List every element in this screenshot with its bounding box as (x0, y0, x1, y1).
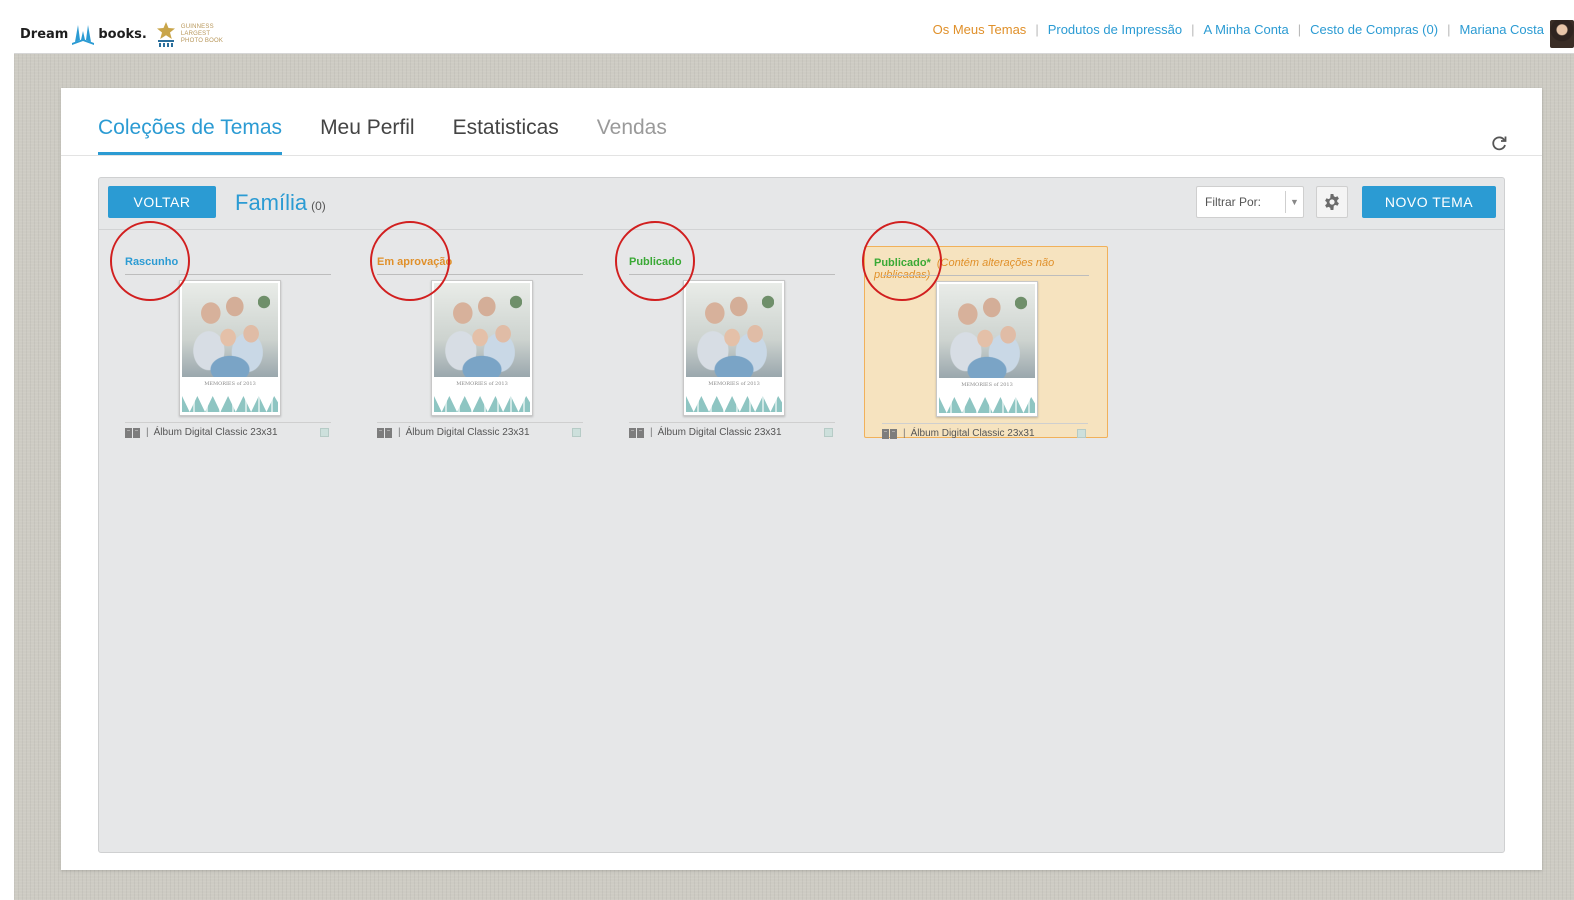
family-photo (182, 283, 278, 377)
book-icon (882, 428, 897, 439)
top-bar: Dream books. GUINNESS LARGEST PHOTO BOOK (14, 10, 1574, 54)
theme-card[interactable]: Em aprovação MEMORIES of 2013 | Álbum Di… (351, 246, 595, 438)
tab-my-profile[interactable]: Meu Perfil (320, 116, 415, 155)
theme-thumbnail[interactable]: MEMORIES of 2013 (683, 280, 785, 416)
theme-card[interactable]: Rascunho MEMORIES of 2013 | Álbum Digita… (99, 246, 343, 438)
card-footer: | Álbum Digital Classic 23x31 (377, 424, 583, 440)
logo-text-dream: Dream (20, 26, 69, 42)
collection-count: (0) (311, 199, 326, 213)
guinness-badge: GUINNESS LARGEST PHOTO BOOK (155, 21, 223, 47)
nav-separator: | (1035, 22, 1039, 37)
main-card: Coleções de Temas Meu Perfil Estatistica… (61, 88, 1542, 870)
plant-decoration (762, 293, 774, 311)
thumbnail-caption: MEMORIES of 2013 (708, 381, 760, 387)
nav-link-my-account[interactable]: A Minha Conta (1204, 22, 1289, 37)
select-checkbox[interactable] (572, 428, 581, 437)
card-divider (377, 274, 583, 275)
nav-link-print-products[interactable]: Produtos de Impressão (1048, 22, 1182, 37)
tab-sales: Vendas (596, 116, 667, 139)
card-divider (629, 422, 835, 423)
select-checkbox[interactable] (824, 428, 833, 437)
collection-title: Família (0) (235, 190, 326, 216)
product-name: Álbum Digital Classic 23x31 (910, 427, 1035, 439)
product-name: Álbum Digital Classic 23x31 (153, 426, 278, 438)
tab-bar: Coleções de Temas Meu Perfil Estatistica… (98, 116, 705, 155)
card-divider (125, 422, 331, 423)
nav-link-my-themes[interactable]: Os Meus Temas (933, 22, 1027, 37)
top-navigation: Os Meus Temas | Produtos de Impressão | … (933, 22, 1544, 37)
plant-decoration (1015, 294, 1027, 312)
family-photo (434, 283, 530, 377)
tab-theme-collections[interactable]: Coleções de Temas (98, 116, 283, 155)
back-button[interactable]: VOLTAR (108, 186, 216, 218)
hearts-decoration (686, 396, 782, 412)
product-name: Álbum Digital Classic 23x31 (405, 426, 530, 438)
family-photo (686, 283, 782, 377)
nav-separator: | (1297, 22, 1302, 37)
panel-header: VOLTAR Família (0) Filtrar Por: ▼ NOVO TE… (99, 178, 1504, 230)
logo-book-icon (72, 25, 95, 45)
hearts-decoration (434, 396, 530, 412)
status-text: Publicado* (874, 257, 931, 269)
status-label: Em aprovação (377, 256, 453, 268)
nav-separator: | (1447, 22, 1451, 37)
chevron-down-icon: ▼ (1285, 191, 1303, 213)
filter-label: Filtrar Por: (1205, 195, 1262, 209)
card-divider (377, 422, 583, 423)
plant-decoration (258, 293, 270, 311)
product-name: Álbum Digital Classic 23x31 (657, 426, 782, 438)
status-label: Rascunho (125, 256, 179, 268)
book-icon (629, 427, 644, 438)
guinness-line: GUINNESS (180, 23, 214, 30)
card-divider (882, 423, 1088, 424)
thumbnail-caption: MEMORIES of 2013 (456, 381, 508, 387)
theme-card[interactable]: Publicado MEMORIES of 2013 | Álbum Digit… (603, 246, 847, 438)
theme-thumbnail[interactable]: MEMORIES of 2013 (936, 281, 1038, 417)
filter-dropdown[interactable]: Filtrar Por: ▼ (1196, 186, 1304, 218)
nav-link-shopping-cart[interactable]: Cesto de Compras (0) (1310, 22, 1438, 37)
card-divider (629, 274, 835, 275)
footer-separator: | (398, 426, 401, 438)
theme-thumbnail[interactable]: MEMORIES of 2013 (431, 280, 533, 416)
status-label: Publicado* (Contém alterações não publica… (874, 257, 1107, 281)
hearts-decoration (182, 396, 278, 412)
gear-icon (1325, 194, 1339, 210)
book-icon (377, 427, 392, 438)
family-photo (939, 284, 1035, 378)
guinness-star-icon (156, 22, 175, 47)
logo-text-books: books. (98, 26, 147, 42)
card-divider (883, 275, 1089, 276)
thumbnail-caption: MEMORIES of 2013 (961, 382, 1013, 388)
tab-statistics[interactable]: Estatisticas (453, 116, 559, 155)
book-icon (125, 427, 140, 438)
plant-decoration (510, 293, 522, 311)
dreambooks-logo[interactable]: Dream books. GUINNESS LARGEST PHOTO BOOK (20, 14, 223, 54)
tabs-divider (61, 155, 1542, 156)
card-footer: | Álbum Digital Classic 23x31 (629, 424, 835, 440)
hearts-decoration (939, 397, 1035, 413)
footer-separator: | (650, 426, 653, 438)
collection-name: Família (235, 190, 308, 215)
refresh-icon[interactable] (1490, 134, 1508, 152)
nav-link-user-name[interactable]: Mariana Costa (1459, 22, 1544, 37)
card-footer: | Álbum Digital Classic 23x31 (882, 425, 1088, 441)
user-avatar[interactable] (1550, 20, 1574, 48)
card-divider (125, 274, 331, 275)
select-checkbox[interactable] (1077, 429, 1086, 438)
status-label: Publicado (629, 256, 682, 268)
guinness-line: LARGEST (180, 30, 211, 37)
guinness-text: GUINNESS LARGEST PHOTO BOOK (181, 24, 223, 45)
collection-panel: VOLTAR Família (0) Filtrar Por: ▼ NOVO TE… (98, 177, 1505, 853)
nav-separator: | (1191, 22, 1195, 37)
theme-thumbnail[interactable]: MEMORIES of 2013 (179, 280, 281, 416)
footer-separator: | (903, 427, 906, 439)
thumbnail-caption: MEMORIES of 2013 (204, 381, 256, 387)
card-footer: | Álbum Digital Classic 23x31 (125, 424, 331, 440)
footer-separator: | (146, 426, 149, 438)
settings-button[interactable] (1316, 186, 1348, 218)
new-theme-button[interactable]: NOVO TEMA (1362, 186, 1496, 218)
theme-card-modified[interactable]: Publicado* (Contém alterações não publica… (864, 246, 1108, 441)
select-checkbox[interactable] (320, 428, 329, 437)
guinness-line: PHOTO BOOK (180, 37, 224, 44)
